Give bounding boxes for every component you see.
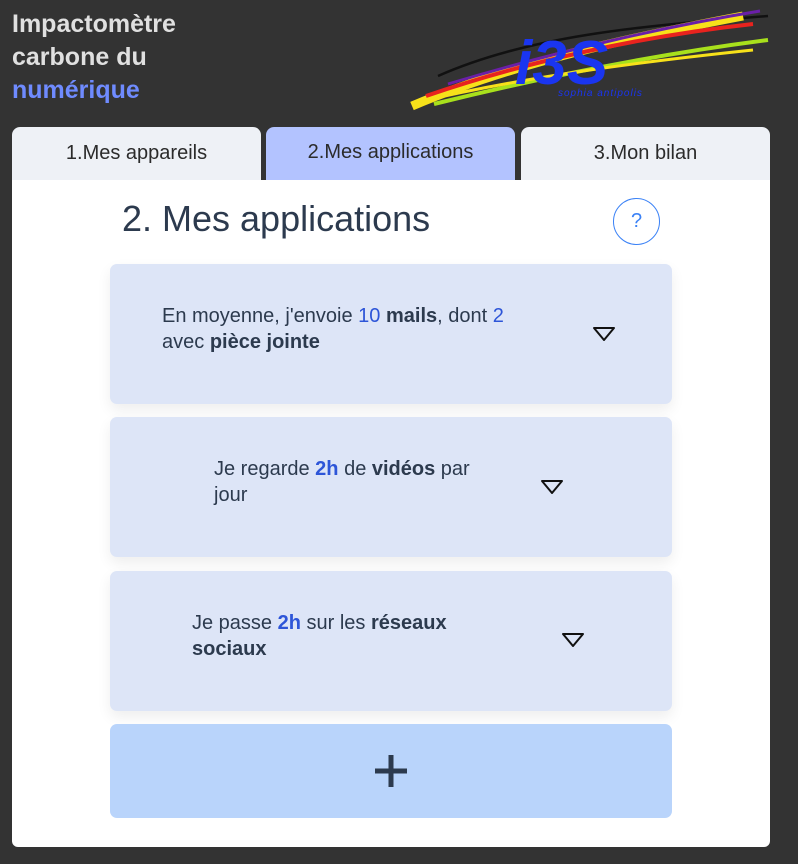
videos-text-part: jour bbox=[214, 484, 248, 506]
mails-card[interactable]: En moyenne, j'envoie 10 mails, dont 2 av… bbox=[110, 264, 672, 404]
tab-label: 3.Mon bilan bbox=[593, 142, 698, 164]
social-card[interactable]: Je passe 2h sur les réseaux sociaux bbox=[110, 571, 672, 711]
social-text: Je passe 2h sur les réseaux sociaux bbox=[192, 610, 447, 662]
help-button[interactable]: ? bbox=[613, 198, 660, 245]
help-icon: ? bbox=[630, 210, 643, 232]
mails-count[interactable]: 10 bbox=[358, 305, 380, 327]
social-keyword-2: sociaux bbox=[192, 638, 267, 660]
plus-icon bbox=[375, 755, 407, 787]
videos-card[interactable]: Je regarde 2h de vidéos par jour bbox=[110, 417, 672, 557]
videos-text-part: de bbox=[338, 458, 372, 480]
social-text-part: Je passe bbox=[192, 612, 278, 634]
mails-text-part: avec bbox=[162, 331, 210, 353]
page-title: 2. Mes applications bbox=[122, 198, 431, 239]
mails-text-part: , dont bbox=[437, 305, 493, 327]
i3s-logo: i3S sophia antipolis bbox=[410, 9, 769, 111]
attachment-keyword: pièce jointe bbox=[209, 331, 320, 353]
videos-text-part: Je regarde bbox=[214, 458, 316, 480]
chevron-down-icon[interactable] bbox=[540, 479, 564, 495]
social-hours[interactable]: 2h bbox=[278, 612, 301, 634]
tab-label: 1.Mes appareils bbox=[65, 142, 208, 164]
tab-label: 2.Mes applications bbox=[307, 140, 474, 163]
attachments-count[interactable]: 2 bbox=[493, 305, 504, 327]
mails-keyword: mails bbox=[385, 305, 438, 327]
mails-text-part: En moyenne, j'envoie bbox=[162, 305, 359, 327]
app-title: Impactomètre carbone du numérique bbox=[12, 8, 176, 107]
logo-subtext: sophia antipolis bbox=[558, 88, 643, 99]
videos-text-part: par bbox=[435, 458, 470, 480]
mails-text: En moyenne, j'envoie 10 mails, dont 2 av… bbox=[162, 303, 504, 355]
app-title-line1: Impactomètre bbox=[12, 10, 176, 38]
chevron-down-icon[interactable] bbox=[561, 632, 585, 648]
videos-text: Je regarde 2h de vidéos par jour bbox=[214, 456, 470, 508]
tab-mon-bilan[interactable]: 3.Mon bilan bbox=[521, 127, 770, 180]
add-application-button[interactable] bbox=[110, 724, 672, 818]
chevron-down-icon[interactable] bbox=[592, 326, 616, 342]
social-keyword: réseaux bbox=[370, 612, 447, 634]
social-text-part: sur les bbox=[300, 612, 371, 634]
main-panel: 2. Mes applications ? En moyenne, j'envo… bbox=[12, 180, 770, 847]
videos-hours[interactable]: 2h bbox=[315, 458, 338, 480]
tab-mes-appareils[interactable]: 1.Mes appareils bbox=[12, 127, 261, 180]
tab-bar: 1.Mes appareils 2.Mes applications 3.Mon… bbox=[12, 127, 770, 180]
videos-keyword: vidéos bbox=[371, 458, 436, 480]
app-title-line2: carbone du bbox=[12, 43, 147, 71]
tab-mes-applications[interactable]: 2.Mes applications bbox=[266, 127, 515, 180]
app-title-line3: numérique bbox=[12, 76, 140, 104]
